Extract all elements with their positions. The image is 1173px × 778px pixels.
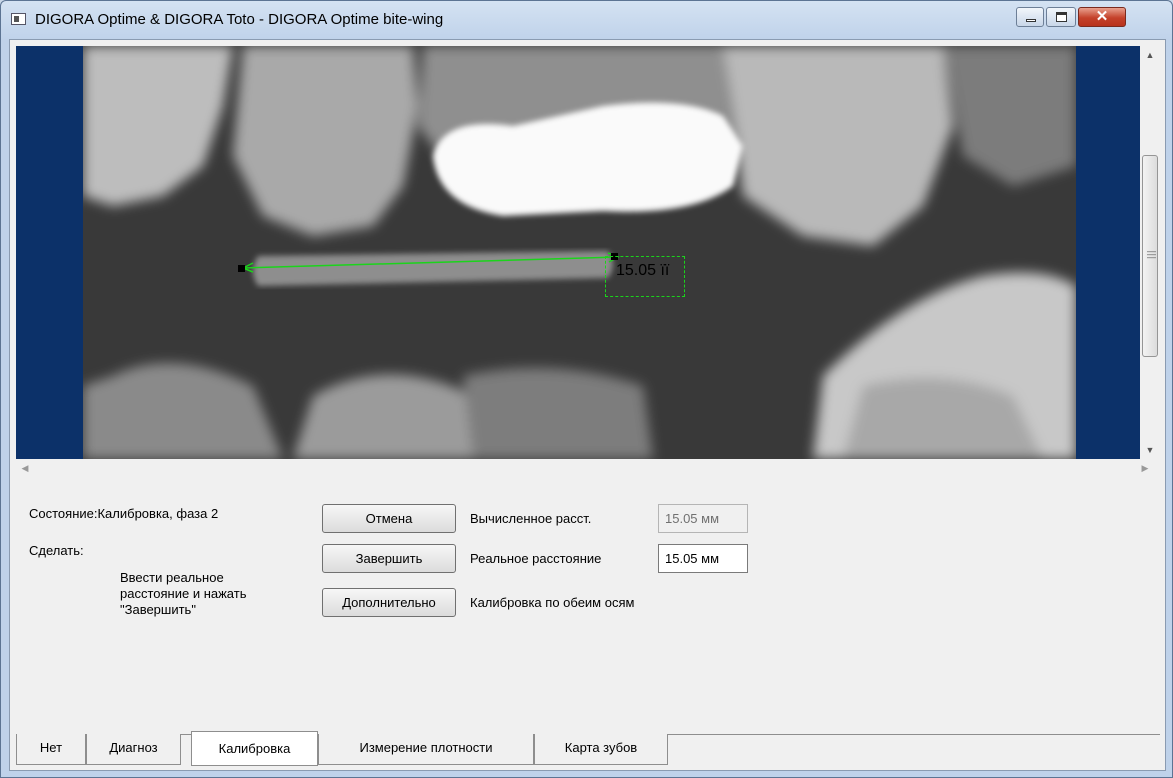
calibration-panel: Состояние:Калибровка, фаза 2 Сделать: Вв… xyxy=(16,478,1160,734)
instruction-text: Ввести реальное расстояние и нажать "Зав… xyxy=(120,570,247,617)
cancel-button[interactable]: Отмена xyxy=(322,504,456,533)
status-label: Состояние:Калибровка, фаза 2 xyxy=(29,506,219,521)
todo-label: Сделать: xyxy=(29,543,84,558)
window-title: DIGORA Optime & DIGORA Toto - DIGORA Opt… xyxy=(35,11,444,28)
maximize-button[interactable] xyxy=(1046,7,1076,27)
minimize-button[interactable] xyxy=(1016,7,1044,27)
calculated-distance-field: 15.05 мм xyxy=(658,504,748,533)
tab-none[interactable]: Нет xyxy=(16,734,86,765)
measurement-handle-start[interactable] xyxy=(238,265,245,272)
app-window: DIGORA Optime & DIGORA Toto - DIGORA Opt… xyxy=(0,0,1173,778)
real-distance-input[interactable]: 15.05 мм xyxy=(658,544,748,573)
vertical-scroll-thumb[interactable]: — — — xyxy=(1142,155,1158,357)
horizontal-scrollbar[interactable]: ◀ ▶ xyxy=(16,459,1160,477)
finish-button[interactable]: Завершить xyxy=(322,544,456,573)
vertical-scrollbar[interactable]: ▲ — — — ▼ xyxy=(1140,46,1160,459)
close-button[interactable]: ✕ xyxy=(1078,7,1126,27)
tab-diagnosis[interactable]: Диагноз xyxy=(86,734,181,765)
app-icon[interactable] xyxy=(11,13,26,25)
image-viewer[interactable]: 15.05 ïï xyxy=(16,46,1140,459)
client-area: 15.05 ïï ▲ — — — ▼ ◀ ▶ Состояние:Калибровк… xyxy=(9,39,1166,771)
measurement-label: 15.05 ïï xyxy=(616,262,670,279)
both-axes-label: Калибровка по обеим осям xyxy=(470,595,635,610)
xray-graphic xyxy=(83,46,1076,459)
tab-calibration[interactable]: Калибровка xyxy=(191,731,318,766)
calculated-distance-label: Вычисленное расст. xyxy=(470,511,592,526)
maximize-icon xyxy=(1056,12,1067,22)
tab-density-measurement[interactable]: Измерение плотности xyxy=(318,734,534,765)
grip-icon: — — — xyxy=(1147,246,1156,262)
scroll-up-icon[interactable]: ▲ xyxy=(1140,46,1160,64)
close-icon: ✕ xyxy=(1095,8,1109,25)
xray-image[interactable]: 15.05 ïï xyxy=(83,46,1076,459)
scroll-left-icon[interactable]: ◀ xyxy=(16,459,34,477)
minimize-icon xyxy=(1026,19,1036,22)
tab-bar: Нет Диагноз Калибровка Измерение плотнос… xyxy=(16,731,1160,767)
scroll-down-icon[interactable]: ▼ xyxy=(1140,441,1160,459)
scroll-right-icon[interactable]: ▶ xyxy=(1136,459,1154,477)
title-bar[interactable]: DIGORA Optime & DIGORA Toto - DIGORA Opt… xyxy=(1,1,1172,39)
real-distance-label: Реальное расстояние xyxy=(470,551,602,566)
tab-tooth-chart[interactable]: Карта зубов xyxy=(534,734,668,765)
additional-button[interactable]: Дополнительно xyxy=(322,588,456,617)
